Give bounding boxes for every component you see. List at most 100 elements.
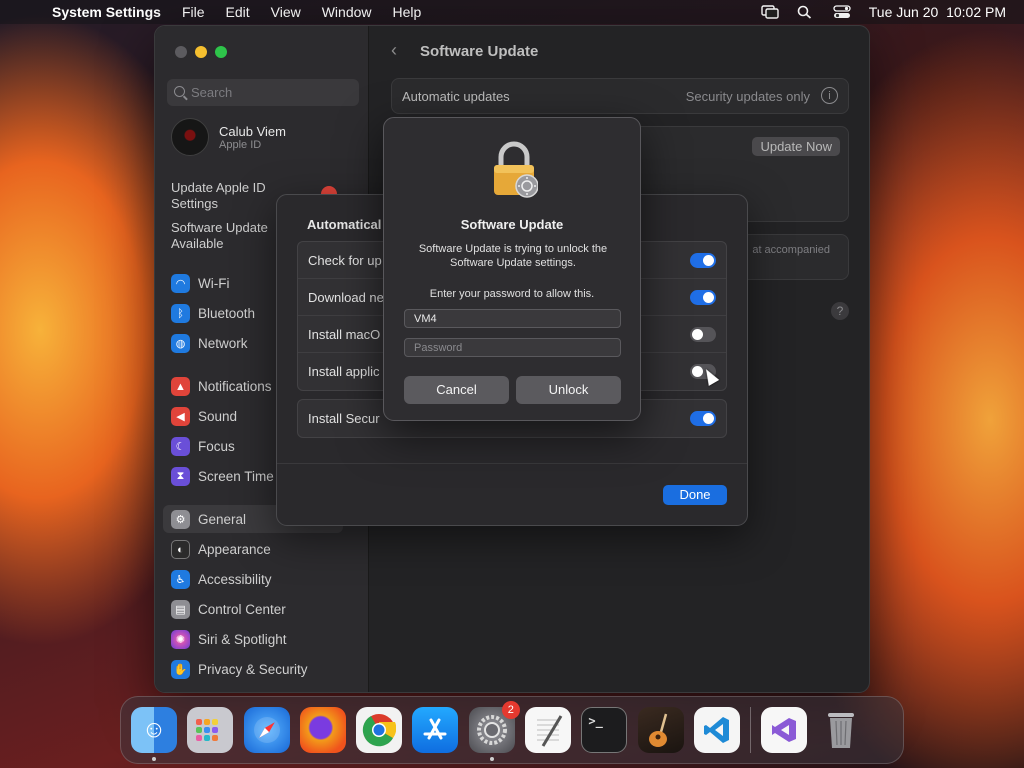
apple-id-profile[interactable]: Calub Viem Apple ID [171, 118, 286, 156]
sidebar-item-label: Screen Time [198, 469, 274, 484]
automatic-updates-row[interactable]: Automatic updates Security updates only … [391, 78, 849, 114]
menu-edit[interactable]: Edit [226, 4, 250, 20]
control-center-icon[interactable] [833, 5, 851, 19]
username-field[interactable] [404, 309, 621, 328]
back-chevron-icon[interactable]: ‹ [391, 40, 397, 61]
help-icon[interactable]: ? [831, 302, 849, 320]
sidebar-item-label: Bluetooth [198, 306, 256, 321]
sidebar-item-network[interactable]: ◍ Network [171, 334, 248, 353]
sidebar-item-notifications[interactable]: ▲ Notifications [171, 377, 272, 396]
sidebar-item-label: Privacy & Security [198, 662, 308, 677]
sidebar-item-accessibility[interactable]: ♿ Accessibility [171, 570, 272, 589]
search-placeholder: Search [191, 85, 233, 100]
menu-file[interactable]: File [182, 4, 205, 20]
menu-window[interactable]: Window [322, 4, 372, 20]
chrome-app-icon[interactable] [356, 707, 403, 753]
software-update-available-link[interactable]: Software Update Available [171, 220, 281, 252]
profile-sub: Apple ID [219, 138, 262, 151]
bell-icon: ▲ [171, 377, 190, 396]
minimize-button[interactable] [195, 46, 207, 58]
finder-app-icon[interactable]: ☺ [131, 707, 177, 761]
dock: ☺ 2 >_ [120, 696, 904, 764]
row-label: Check for up [308, 252, 382, 268]
sheet-title: Automatical [307, 217, 382, 232]
sidebar-item-screen-time[interactable]: ⧗ Screen Time [171, 467, 274, 486]
speaker-icon: ◀ [171, 407, 190, 426]
install-macos-toggle[interactable] [690, 327, 716, 342]
sidebar-item-label: Focus [198, 439, 235, 454]
sidebar-item-label: Control Center [198, 602, 286, 617]
install-security-toggle[interactable] [690, 411, 716, 426]
dock-separator [750, 707, 752, 753]
row-label: Install macO [308, 326, 381, 342]
sidebar-item-sound[interactable]: ◀ Sound [171, 407, 237, 426]
visual-studio-app-icon[interactable] [761, 707, 808, 753]
sidebar-search-input[interactable]: Search [167, 79, 359, 106]
safari-app-icon[interactable] [243, 707, 290, 753]
done-button[interactable]: Done [663, 485, 727, 505]
unlock-button[interactable]: Unlock [516, 376, 621, 404]
bluetooth-icon: ᛒ [171, 304, 190, 323]
update-now-button[interactable]: Update Now [752, 137, 840, 156]
launchpad-app-icon[interactable] [187, 707, 234, 753]
terminal-app-icon[interactable]: >_ [581, 707, 628, 753]
zoom-button[interactable] [215, 46, 227, 58]
system-settings-app-icon[interactable]: 2 [468, 701, 520, 761]
textedit-app-icon[interactable] [525, 707, 572, 753]
sidebar-item-label: Wi-Fi [198, 276, 230, 291]
row-label: Download ne [308, 289, 384, 305]
wifi-icon: ◠ [171, 274, 190, 293]
cancel-button[interactable]: Cancel [404, 376, 509, 404]
globe-icon: ◍ [171, 334, 190, 353]
settings-update-badge: 2 [501, 701, 520, 719]
sidebar-item-label: General [198, 512, 247, 527]
sidebar-item-label: Appearance [198, 542, 271, 557]
sidebar-item-bluetooth[interactable]: ᛒ Bluetooth [171, 304, 255, 323]
menu-app-name[interactable]: System Settings [52, 4, 161, 20]
info-icon[interactable]: i [821, 87, 838, 104]
search-icon [174, 86, 185, 97]
sidebar-item-general[interactable]: ⚙ General [171, 510, 246, 529]
close-button[interactable] [175, 46, 187, 58]
siri-icon: ✺ [171, 630, 190, 649]
menu-help[interactable]: Help [393, 4, 422, 20]
moon-icon: ☾ [171, 437, 190, 456]
sidebar-item-label: Sound [198, 409, 238, 424]
screen-mirroring-icon[interactable] [761, 5, 779, 19]
vscode-app-icon[interactable] [693, 707, 740, 753]
download-updates-toggle[interactable] [690, 290, 716, 305]
automatic-updates-label: Automatic updates [402, 89, 510, 104]
sidebar-item-label: Network [198, 336, 248, 351]
sidebar-item-wifi[interactable]: ◠ Wi-Fi [171, 274, 229, 293]
menu-clock[interactable]: Tue Jun 20 10:02 PM [869, 4, 1006, 20]
auth-message: Software Update is trying to unlock the … [418, 243, 608, 269]
sidebar-item-focus[interactable]: ☾ Focus [171, 437, 235, 456]
menu-view[interactable]: View [271, 4, 301, 20]
app-store-app-icon[interactable] [412, 707, 459, 753]
sidebar-item-privacy-security[interactable]: ✋ Privacy & Security [171, 660, 308, 679]
gear-icon: ⚙ [171, 510, 190, 529]
update-apple-id-link[interactable]: Update Apple ID Settings [171, 180, 281, 212]
sidebar-item-appearance[interactable]: ◐ Appearance [171, 540, 271, 559]
spotlight-search-icon[interactable] [797, 5, 815, 19]
running-indicator [489, 757, 494, 761]
sidebar-item-siri-spotlight[interactable]: ✺ Siri & Spotlight [171, 630, 287, 649]
lock-icon [490, 140, 539, 198]
trash-app-icon[interactable] [818, 707, 864, 753]
hourglass-icon: ⧗ [171, 467, 190, 486]
firefox-app-icon[interactable] [299, 707, 346, 753]
appearance-icon: ◐ [171, 540, 190, 559]
sidebar-item-label: Accessibility [198, 572, 272, 587]
divider [277, 463, 747, 464]
sidebar-item-control-center[interactable]: ▤ Control Center [171, 600, 286, 619]
menu-bar: System Settings File Edit View Window He… [0, 0, 1024, 24]
row-label: Install applic [308, 364, 380, 379]
auth-prompt: Enter your password to allow this. [429, 288, 595, 300]
accessibility-icon: ♿ [171, 570, 190, 589]
control-center-icon: ▤ [171, 600, 190, 619]
page-title: Software Update [420, 43, 539, 60]
sidebar-item-label: Siri & Spotlight [198, 632, 287, 647]
check-for-updates-toggle[interactable] [690, 253, 716, 268]
garageband-app-icon[interactable] [637, 707, 684, 753]
password-field[interactable] [404, 338, 621, 357]
